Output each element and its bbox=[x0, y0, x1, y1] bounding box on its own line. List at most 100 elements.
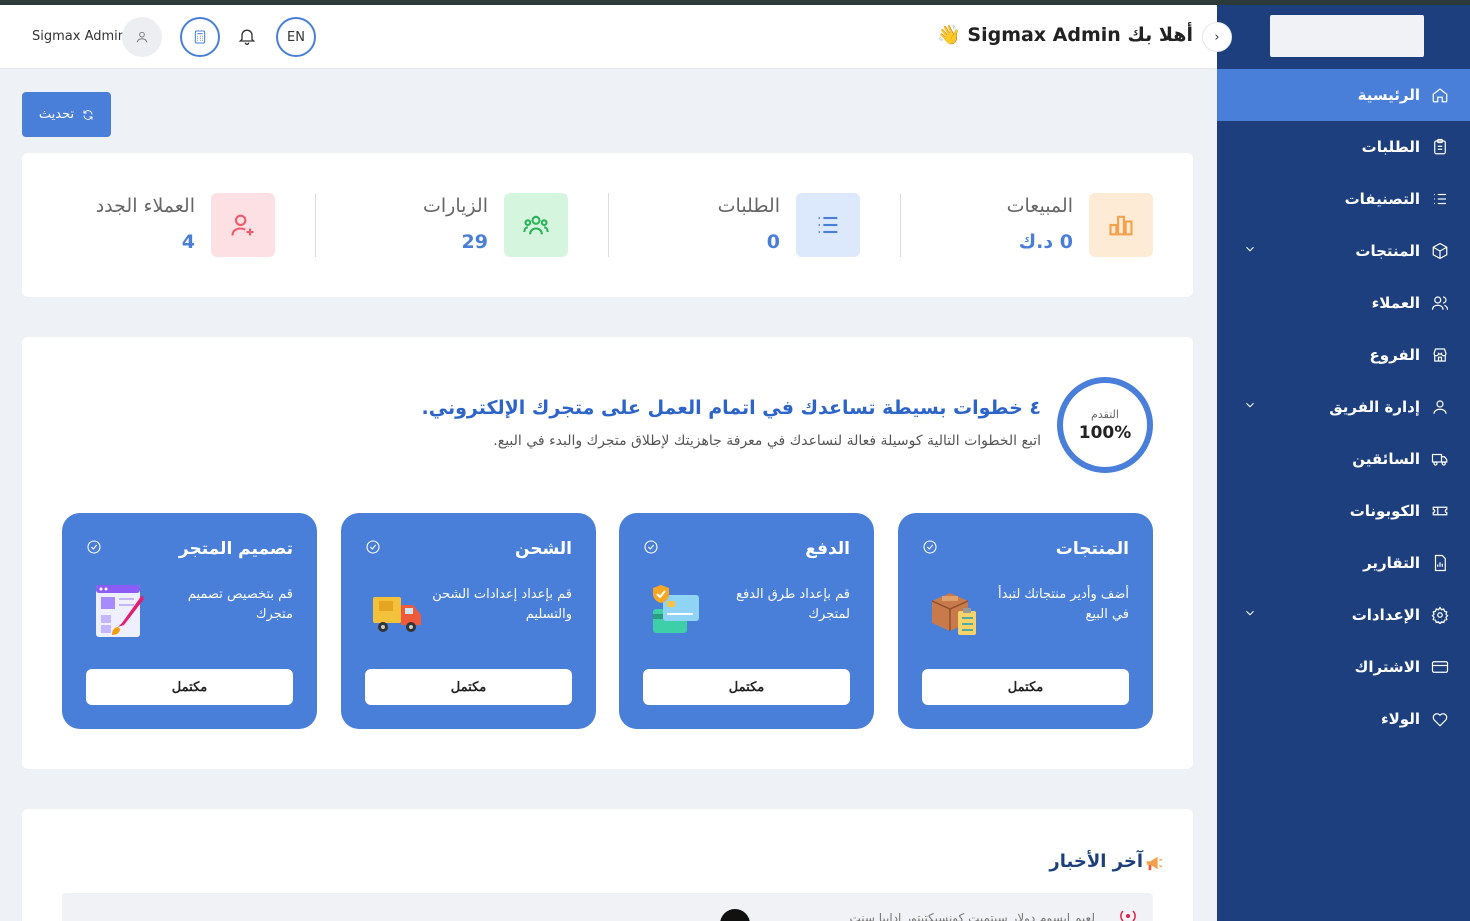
sidebar-nav: الرئيسية الطلبات التصنيفات المنتجات العم… bbox=[1217, 69, 1470, 745]
refresh-icon bbox=[83, 109, 93, 120]
sidebar-collapse-button[interactable]: › bbox=[1202, 22, 1232, 52]
clipboard-icon bbox=[1430, 137, 1450, 157]
sidebar-item-label: العملاء bbox=[1371, 294, 1420, 312]
step-description: أضف وأدير منتجاتك لتبدأ في البيع bbox=[998, 587, 1129, 622]
sidebar-item-label: إدارة الفريق bbox=[1329, 398, 1420, 416]
heart-icon bbox=[1430, 709, 1450, 729]
stats-card: المبيعات 0 د.ك الطلبات 0 الزيارات 29 الع… bbox=[22, 153, 1193, 297]
progress-label: التقدم bbox=[1091, 407, 1119, 421]
sidebar-item-label: السائقين bbox=[1352, 450, 1420, 468]
chevron-right-icon: › bbox=[1214, 29, 1220, 45]
users-icon bbox=[504, 193, 568, 257]
stat-label: المبيعات bbox=[1006, 195, 1073, 217]
sidebar-item-reports[interactable]: التقارير bbox=[1217, 537, 1470, 589]
stat-label: العملاء الجدد bbox=[95, 195, 195, 217]
users-icon bbox=[1430, 293, 1450, 313]
user-name[interactable]: Sigmax Admin bbox=[32, 29, 126, 44]
language-button[interactable]: EN bbox=[276, 17, 316, 57]
refresh-button[interactable]: تحديث bbox=[22, 92, 111, 137]
calculator-button[interactable] bbox=[180, 17, 220, 57]
sidebar-item-home[interactable]: الرئيسية bbox=[1217, 69, 1470, 121]
step-description: قم بتخصيص تصميم متجرك bbox=[187, 587, 293, 622]
stat-orders: الطلبات 0 bbox=[600, 193, 860, 257]
sidebar-item-team[interactable]: إدارة الفريق bbox=[1217, 381, 1470, 433]
stat-divider bbox=[608, 193, 609, 257]
step-complete-button[interactable]: مكتمل bbox=[86, 669, 293, 705]
sidebar-item-coupons[interactable]: الكوبونات bbox=[1217, 485, 1470, 537]
sidebar-item-label: المنتجات bbox=[1355, 242, 1420, 260]
broadcast-icon bbox=[1120, 910, 1136, 921]
news-item[interactable]: لعيم ابسوم دولار سيتميت كونسيكتيتور اداي… bbox=[62, 893, 1153, 921]
megaphone-icon bbox=[1146, 856, 1163, 871]
user-plus-icon bbox=[211, 193, 275, 257]
step-title: الشحن bbox=[514, 539, 572, 559]
stat-value: 29 bbox=[461, 231, 488, 253]
user-icon bbox=[136, 31, 148, 43]
sidebar-item-label: الكوبونات bbox=[1349, 502, 1420, 520]
news-card: آخر الأخبار لعيم ابسوم دولار سيتميت كونس… bbox=[22, 809, 1193, 921]
check-circle-icon bbox=[86, 539, 104, 557]
list-icon bbox=[796, 193, 860, 257]
step-complete-button[interactable]: مكتمل bbox=[643, 669, 850, 705]
news-item-text: لعيم ابسوم دولار سيتميت كونسيكتيتور اداي… bbox=[849, 911, 1095, 921]
box-icon bbox=[1430, 241, 1450, 261]
gear-icon bbox=[1430, 605, 1450, 625]
language-label: EN bbox=[287, 29, 305, 45]
stat-sales: المبيعات 0 د.ك bbox=[893, 193, 1153, 257]
sidebar-item-orders[interactable]: الطلبات bbox=[1217, 121, 1470, 173]
home-icon bbox=[1430, 85, 1450, 105]
cards-illustration bbox=[653, 585, 699, 633]
step-description: قم بإعداد طرق الدفع لمتجرك bbox=[736, 587, 850, 622]
step-title: المنتجات bbox=[1055, 539, 1129, 559]
check-circle-icon bbox=[922, 539, 940, 557]
step-complete-button[interactable]: مكتمل bbox=[365, 669, 572, 705]
step-description: قم بإعداد إعدادات الشحن والتسليم bbox=[432, 587, 572, 622]
calculator-icon bbox=[194, 30, 206, 44]
bell-icon bbox=[238, 29, 256, 45]
step-title: الدفع bbox=[805, 539, 850, 559]
sidebar-item-drivers[interactable]: السائقين bbox=[1217, 433, 1470, 485]
sidebar-item-label: الطلبات bbox=[1361, 138, 1420, 156]
progress-value: 100% bbox=[1078, 422, 1132, 443]
stat-new-customers: العملاء الجدد 4 bbox=[45, 193, 275, 257]
sidebar-item-label: الولاء bbox=[1380, 710, 1420, 728]
avatar[interactable] bbox=[122, 17, 162, 57]
user-icon bbox=[1430, 397, 1450, 417]
design-illustration bbox=[96, 585, 144, 637]
report-icon bbox=[1430, 553, 1450, 573]
sidebar-item-settings[interactable]: الإعدادات bbox=[1217, 589, 1470, 641]
check-circle-icon bbox=[365, 539, 383, 557]
ticket-icon bbox=[1430, 501, 1450, 521]
stat-label: الزيارات bbox=[423, 195, 488, 217]
news-title: آخر الأخبار bbox=[1049, 851, 1143, 872]
chevron-down-icon bbox=[1243, 241, 1259, 257]
onboarding-title: ٤ خطوات بسيطة تساعدك في اتمام العمل على … bbox=[421, 397, 1041, 419]
refresh-label: تحديث bbox=[38, 107, 75, 122]
card-icon bbox=[1430, 657, 1450, 677]
notifications-button[interactable] bbox=[237, 26, 259, 48]
stat-value: 0 د.ك bbox=[1018, 231, 1073, 253]
sidebar: › الرئيسية الطلبات التصنيفات المنتجات ال… bbox=[1202, 5, 1470, 921]
sidebar-item-customers[interactable]: العملاء bbox=[1217, 277, 1470, 329]
sidebar-item-branches[interactable]: الفروع bbox=[1217, 329, 1470, 381]
sidebar-item-categories[interactable]: التصنيفات bbox=[1217, 173, 1470, 225]
sidebar-item-label: الاشتراك bbox=[1354, 658, 1420, 676]
top-header: Sigmax Admin EN أهلا بك Sigmax Admin 👋 bbox=[0, 5, 1217, 69]
step-card-payment: الدفع قم بإعداد طرق الدفع لمتجرك مكتمل bbox=[619, 513, 874, 729]
step-card-products: المنتجات أضف وأدير منتجاتك لتبدأ في البي… bbox=[898, 513, 1153, 729]
stat-value: 4 bbox=[181, 231, 195, 253]
step-complete-button[interactable]: مكتمل bbox=[922, 669, 1129, 705]
sidebar-item-products[interactable]: المنتجات bbox=[1217, 225, 1470, 277]
logo[interactable] bbox=[1270, 15, 1424, 57]
sidebar-item-subscription[interactable]: الاشتراك bbox=[1217, 641, 1470, 693]
chart-bar-icon bbox=[1089, 193, 1153, 257]
stat-value: 0 bbox=[766, 231, 780, 253]
sidebar-item-label: الفروع bbox=[1369, 346, 1420, 364]
sidebar-item-label: التقارير bbox=[1363, 554, 1420, 572]
store-icon bbox=[1430, 345, 1450, 365]
news-item-dot bbox=[720, 909, 750, 921]
sidebar-item-loyalty[interactable]: الولاء bbox=[1217, 693, 1470, 745]
welcome-title: أهلا بك Sigmax Admin 👋 bbox=[937, 24, 1193, 46]
chevron-down-icon bbox=[1243, 605, 1259, 621]
truck-icon bbox=[1430, 449, 1450, 469]
